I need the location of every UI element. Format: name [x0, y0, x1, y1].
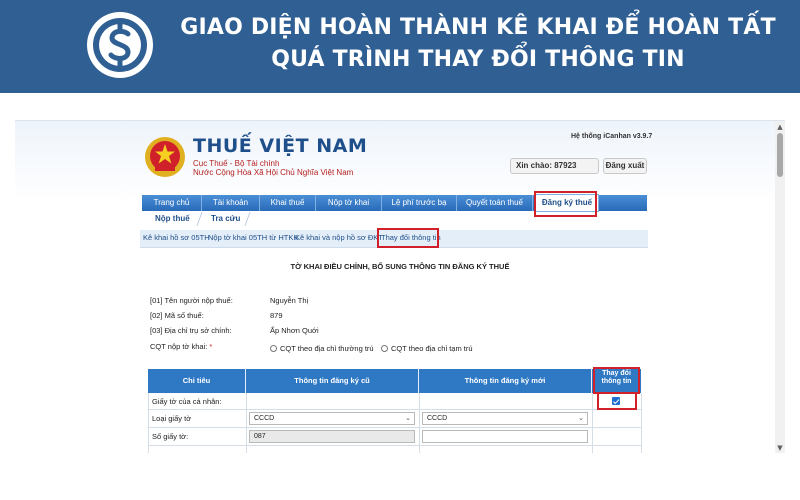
subnav-item-lookup[interactable]: Tra cứu: [211, 214, 240, 223]
old-doc-number-field: 087: [249, 430, 415, 443]
highlight-change-checkbox: [597, 392, 637, 410]
greeting-box: Xin chào: 87923: [510, 158, 599, 174]
row-label-doc-number: Số giấy tờ:: [152, 432, 189, 441]
portal-screenshot: THUẾ VIỆT NAM Cục Thuế - Bộ Tài chính Nư…: [15, 120, 785, 453]
brand-name: THUẾ VIỆT NAM: [193, 135, 368, 157]
required-marker: *: [209, 342, 213, 351]
row-divider: [148, 409, 641, 410]
logout-button[interactable]: Đăng xuất: [603, 158, 647, 174]
column-divider: [246, 393, 247, 453]
column-header-criteria: Chỉ tiêu: [148, 369, 246, 393]
old-doc-number-value: 087: [254, 433, 266, 440]
banner-title-line2: QUÁ TRÌNH THAY ĐỔI THÔNG TIN: [271, 47, 685, 72]
breadcrumb-item-05th[interactable]: Kê khai hồ sơ 05TH: [143, 233, 210, 242]
field-label-head-office: [03] Địa chỉ trụ sở chính:: [150, 326, 232, 335]
system-version: Hệ thống iCanhan v3.9.7: [571, 133, 653, 140]
field-value-head-office: Ấp Nhơn Quới: [270, 326, 319, 335]
brand-subtitle-1: Cục Thuế - Bộ Tài chính: [193, 159, 280, 168]
banner-title: GIAO DIỆN HOÀN THÀNH KÊ KHAI ĐỂ HOÀN TẤT…: [172, 12, 784, 76]
new-doc-number-field[interactable]: [422, 430, 588, 443]
row-label-personal-docs: Giấy tờ của cá nhân:: [152, 397, 222, 406]
radio-cqt-permanent[interactable]: [270, 345, 277, 352]
highlight-change-header: [593, 367, 640, 394]
column-divider: [641, 393, 642, 453]
column-header-old-info: Thông tin đăng ký cũ: [246, 369, 419, 393]
field-value-tax-code: 879: [270, 311, 283, 320]
subnav-separator: [244, 212, 251, 226]
brand-subtitle-2: Nước Cộng Hòa Xã Hội Chủ Nghĩa Việt Nam: [193, 168, 354, 177]
chevron-down-icon: ⌄: [578, 415, 584, 422]
national-emblem-icon: [145, 137, 185, 177]
new-doc-type-value: CCCD: [427, 415, 448, 422]
old-doc-type-value: CCCD: [254, 415, 275, 422]
nav-item-tax-finalization[interactable]: Quyết toán thuế: [457, 195, 533, 211]
column-divider: [419, 393, 420, 453]
highlight-tax-registration: [534, 191, 597, 217]
scrollbar-thumb[interactable]: [777, 133, 783, 177]
scroll-up-icon[interactable]: ▲: [776, 122, 784, 132]
radio-label-cqt-permanent: CQT theo địa chỉ thường trú: [280, 344, 374, 353]
column-divider: [592, 393, 593, 453]
dollar-coin-icon: [87, 12, 153, 78]
field-label-taxpayer-name: [01] Tên người nộp thuế:: [150, 296, 233, 305]
highlight-change-info: [377, 228, 439, 248]
row-label-doc-type: Loại giấy tờ: [152, 414, 192, 423]
field-label-cqt: CQT nộp tờ khai: *: [150, 342, 212, 351]
subnav-separator: [196, 212, 203, 226]
nav-item-registration-fee[interactable]: Lệ phí trước bạ: [382, 195, 457, 211]
breadcrumb-item-htkk[interactable]: Nộp tờ khai 05TH từ HTKK: [208, 233, 298, 242]
nav-item-submit-declaration[interactable]: Nộp tờ khai: [316, 195, 382, 211]
banner-title-line1: GIAO DIỆN HOÀN THÀNH KÊ KHAI ĐỂ HOÀN TẤT: [180, 15, 776, 40]
form-title: TỜ KHAI ĐIỀU CHỈNH, BỔ SUNG THÔNG TIN ĐĂ…: [290, 262, 510, 271]
column-divider: [148, 393, 149, 453]
row-divider: [148, 427, 641, 428]
row-divider: [148, 445, 641, 446]
column-header-new-info: Thông tin đăng ký mới: [419, 369, 592, 393]
portal-page: THUẾ VIỆT NAM Cục Thuế - Bộ Tài chính Nư…: [15, 121, 775, 453]
radio-cqt-temporary[interactable]: [381, 345, 388, 352]
scroll-down-icon[interactable]: ▼: [776, 443, 784, 453]
new-doc-type-select[interactable]: CCCD ⌄: [422, 412, 588, 425]
old-doc-type-select[interactable]: CCCD ⌄: [249, 412, 415, 425]
radio-label-cqt-temporary: CQT theo địa chỉ tạm trú: [391, 344, 473, 353]
field-value-taxpayer-name: Nguyễn Thị: [270, 296, 309, 305]
banner: GIAO DIỆN HOÀN THÀNH KÊ KHAI ĐỂ HOÀN TẤT…: [0, 0, 800, 93]
subnav-item-pay-tax[interactable]: Nộp thuế: [155, 214, 190, 223]
field-label-tax-code: [02] Mã số thuế:: [150, 311, 204, 320]
breadcrumb-item-dkt[interactable]: Kê khai và nộp hồ sơ ĐKT: [295, 233, 383, 242]
nav-item-account[interactable]: Tài khoản: [202, 195, 260, 211]
nav-item-home[interactable]: Trang chủ: [142, 195, 202, 211]
vertical-scrollbar[interactable]: ▲ ▼: [775, 121, 785, 453]
chevron-down-icon: ⌄: [405, 415, 411, 422]
nav-item-tax-declaration[interactable]: Khai thuế: [260, 195, 316, 211]
cqt-label-text: CQT nộp tờ khai:: [150, 342, 208, 351]
